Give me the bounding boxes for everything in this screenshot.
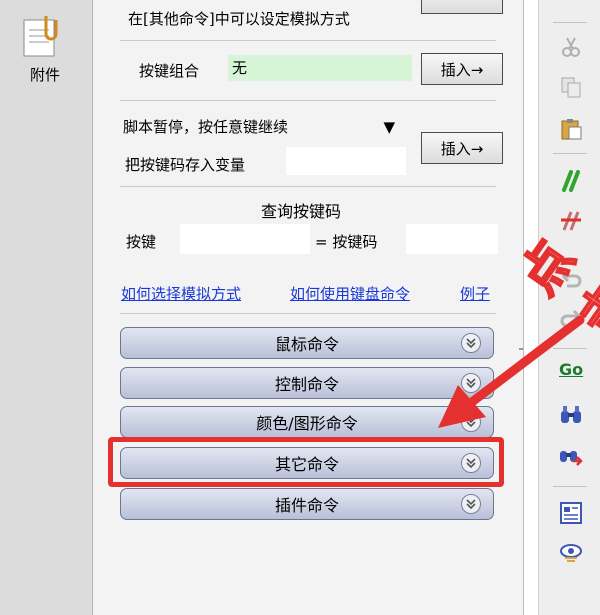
query-keycode-label: = 按键码 xyxy=(315,233,378,251)
command-group-label: 控制命令 xyxy=(274,375,339,394)
store-keycode-variable-input[interactable] xyxy=(286,147,406,175)
chevron-double-down-icon[interactable] xyxy=(461,494,481,514)
command-group-label: 鼠标命令 xyxy=(274,335,339,354)
divider xyxy=(120,40,496,41)
attachment-label: 附件 xyxy=(29,66,60,84)
insert-button-top[interactable] xyxy=(421,0,503,14)
pause-mode-value: 脚本暂停，按任意键继续 xyxy=(123,118,289,136)
attachment-panel: 附件 xyxy=(0,0,93,615)
query-keycode-title: 查询按键码 xyxy=(261,202,342,221)
keycombo-input[interactable]: 无 xyxy=(228,55,412,81)
query-keycode-output[interactable] xyxy=(406,224,498,254)
help-link-example[interactable]: 例子 xyxy=(460,283,490,304)
store-keycode-label: 把按键码存入变量 xyxy=(125,156,246,174)
cut-icon[interactable] xyxy=(559,36,583,58)
query-key-input[interactable] xyxy=(180,224,310,254)
command-group-label: 插件命令 xyxy=(274,496,339,515)
toolbar-separator xyxy=(553,22,587,23)
help-link-simulation-mode[interactable]: 如何选择模拟方式 xyxy=(121,283,241,304)
view-icon[interactable] xyxy=(559,542,583,564)
divider xyxy=(120,186,496,187)
help-link-keyboard-commands[interactable]: 如何使用键盘命令 xyxy=(290,283,410,304)
query-key-label: 按键 xyxy=(126,233,157,251)
dropdown-arrow-icon[interactable]: ▼ xyxy=(383,115,395,139)
properties-icon[interactable] xyxy=(559,502,583,524)
command-group-label: 颜色/图形命令 xyxy=(256,414,358,433)
keycombo-label: 按键组合 xyxy=(139,62,200,80)
simulation-mode-note: 在[其他命令]中可以设定模拟方式 xyxy=(128,10,350,28)
pause-mode-select[interactable]: 脚本暂停，按任意键继续 ▼ xyxy=(123,115,399,139)
toolbar-separator xyxy=(553,486,587,487)
insert-pause-button[interactable]: 插入→ xyxy=(421,132,503,164)
command-group-plugin[interactable]: 插件命令 xyxy=(120,488,494,520)
insert-keycombo-button[interactable]: 插入→ xyxy=(421,53,503,85)
keyboard-command-panel: 在[其他命令]中可以设定模拟方式 按键组合 无 插入→ 脚本暂停，按任意键继续 … xyxy=(93,0,524,615)
divider xyxy=(120,100,496,101)
divider xyxy=(120,313,496,314)
copy-icon[interactable] xyxy=(559,76,583,98)
annotation-arrow xyxy=(438,315,585,428)
attachment-icon[interactable] xyxy=(22,14,60,60)
highlight-box xyxy=(108,437,504,487)
toolbar-separator xyxy=(553,153,587,154)
paste-icon[interactable] xyxy=(559,118,583,140)
find-next-icon[interactable] xyxy=(559,445,583,467)
